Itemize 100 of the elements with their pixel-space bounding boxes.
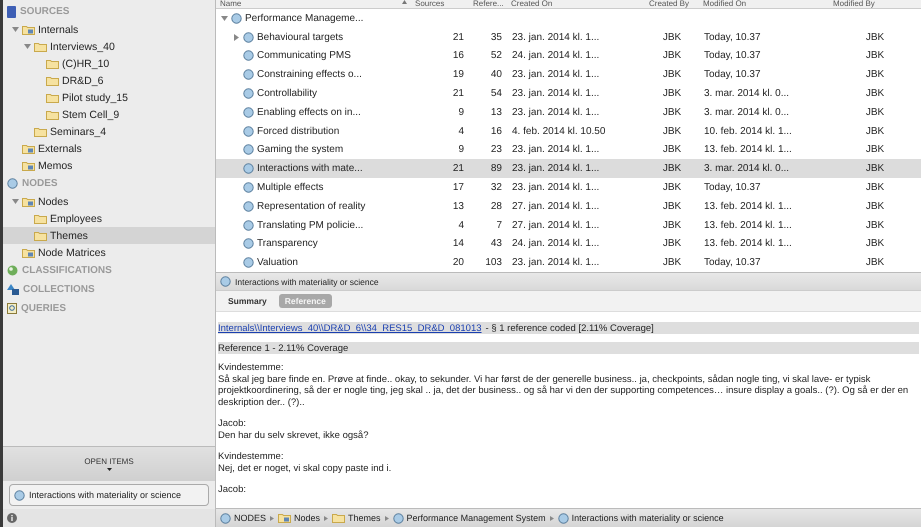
table-cell-text: 23. jan. 2014 kl. 1... <box>511 88 600 100</box>
table-cell-text: 13 <box>452 200 465 212</box>
table-cell-text: 54 <box>490 88 503 100</box>
table-cell-text: 4. feb. 2014 kl. 10.50 <box>511 126 606 137</box>
table-cell-text: 21 <box>452 32 465 43</box>
table-cell-text: 13. feb. 2014 kl. 1... <box>703 220 793 231</box>
separator-arrow-icon <box>270 516 274 520</box>
folder-icon <box>22 160 35 170</box>
table-cell-text: JBK <box>662 257 682 268</box>
breadcrumb-item[interactable]: NODES <box>220 512 266 524</box>
column-header[interactable]: Sources <box>411 0 469 8</box>
transcript-text: Nej, det er noget, vi skal copy paste ind i. <box>218 462 392 474</box>
table-cell-text: 17 <box>452 182 465 194</box>
circle-icon <box>220 512 231 524</box>
table-cell-text: JBK <box>864 69 886 80</box>
table-cell-text: 13 <box>490 106 503 118</box>
table-cell-text: 21 <box>452 163 465 174</box>
tree-item[interactable]: (C)HR_10 <box>3 55 215 72</box>
circle-icon <box>7 178 18 189</box>
table-cell-text: JBK <box>864 106 886 118</box>
name-cell: Multiple effects <box>216 182 411 194</box>
breadcrumb-item[interactable]: Themes <box>332 513 381 523</box>
tree-item[interactable]: Seminars_4 <box>3 123 215 140</box>
tree-item[interactable]: Pilot study_15 <box>3 89 215 106</box>
table-cell-text: JBK <box>864 126 886 137</box>
expanded-triangle-icon[interactable] <box>24 43 30 50</box>
table-cell-text: JBK <box>662 106 682 118</box>
table-cell-text: JBK <box>864 200 886 212</box>
table-cell-text: 4 <box>457 220 465 231</box>
table-cell-text: Today, 10.37 <box>703 182 762 194</box>
tree-item[interactable]: Node Matrices <box>3 244 215 261</box>
circle-icon <box>243 163 254 174</box>
column-header[interactable]: Created On <box>507 0 645 8</box>
breadcrumb-item[interactable]: Nodes <box>278 513 320 523</box>
table-cell-text: Today, 10.37 <box>703 32 762 43</box>
speaker-name: Kvindestemme: <box>218 451 284 463</box>
breadcrumb-item[interactable]: Performance Management System <box>392 512 546 524</box>
tree-item[interactable]: Memos <box>3 157 215 174</box>
table-cell-text: JBK <box>662 182 682 194</box>
table-cell-text: JBK <box>864 257 886 268</box>
open-item[interactable]: Interactions with materiality or science <box>9 484 209 506</box>
folder-icon <box>46 58 59 68</box>
table-cell-text: JBK <box>662 220 682 231</box>
tree-item[interactable]: Themes <box>3 227 215 244</box>
table-cell-text: Today, 10.37 <box>703 257 762 268</box>
table-cell-text: 23 <box>490 144 503 156</box>
folder-icon <box>46 110 59 120</box>
expanded-triangle-icon[interactable] <box>220 14 228 22</box>
table-cell-text: JBK <box>864 32 886 43</box>
info-icon[interactable] <box>7 513 17 523</box>
collapsed-triangle-icon[interactable] <box>232 34 240 41</box>
speaker-name: Jacob: <box>218 418 247 430</box>
tree-item[interactable]: Interviews_40 <box>3 38 215 55</box>
folder-icon <box>332 513 346 523</box>
tree-item[interactable]: Nodes <box>3 193 215 210</box>
name-cell: Behavioural targets <box>216 32 411 43</box>
table-cell-text: 9 <box>457 144 465 156</box>
expanded-triangle-icon[interactable] <box>12 198 18 205</box>
open-items-header[interactable]: OPEN ITEMS <box>3 446 215 481</box>
tree-item[interactable]: Stem Cell_9 <box>3 106 215 123</box>
table-cell-text: 4 <box>457 126 465 137</box>
breadcrumb-item[interactable]: Interactions with materiality or science <box>558 512 724 524</box>
tab[interactable]: Summary <box>222 294 273 308</box>
name-cell: Constraining effects o... <box>216 69 411 80</box>
book-icon <box>7 6 16 18</box>
tree-item[interactable]: DR&D_6 <box>3 72 215 89</box>
table-cell-text: 13. feb. 2014 kl. 1... <box>703 144 793 156</box>
column-header[interactable]: Refere... <box>469 0 507 8</box>
expanded-triangle-icon[interactable] <box>12 26 18 33</box>
name-cell: Communicating PMS <box>216 50 411 62</box>
circle-icon <box>243 144 254 156</box>
column-header[interactable]: Name <box>216 0 411 8</box>
table-cell-text: 43 <box>490 238 503 250</box>
table-cell-text: 23. jan. 2014 kl. 1... <box>511 106 600 118</box>
table-cell-text: 16 <box>490 126 503 137</box>
tree-item[interactable]: Internals <box>3 21 215 38</box>
table-cell-text: 16 <box>452 50 465 62</box>
detail-title-bar: Interactions with materiality or science <box>216 272 921 292</box>
folder-icon <box>22 144 35 154</box>
folder-icon <box>34 126 47 136</box>
table-cell-text: 23. jan. 2014 kl. 1... <box>511 144 600 156</box>
tree-item[interactable]: Externals <box>3 140 215 157</box>
table-cell-text: JBK <box>864 50 886 62</box>
separator-arrow-icon <box>324 516 328 520</box>
tree-item[interactable]: Employees <box>3 210 215 227</box>
table-cell-text: JBK <box>864 163 886 174</box>
table-cell-text: JBK <box>662 200 682 212</box>
column-header[interactable]: Created By <box>645 0 699 8</box>
globe-icon <box>7 265 18 276</box>
circle-icon <box>558 512 569 524</box>
column-header[interactable]: Modified On <box>699 0 829 8</box>
folder-icon <box>46 92 59 102</box>
table-cell-text: JBK <box>864 182 886 194</box>
name-cell: Performance Manageme... <box>216 12 411 24</box>
table-row[interactable]: Interactions with mate... 21 89 23. jan. 2014 kl. 1... JBK 3. mar. 2014 kl. 0... JBK <box>216 159 921 178</box>
table-cell-text: 23. jan. 2014 kl. 1... <box>511 257 600 268</box>
source-link[interactable]: Internals\\Interviews_40\\DR&D_6\\34_RES15_DR&D_081013 <box>218 322 482 334</box>
column-header[interactable]: Modified By <box>829 0 921 8</box>
table-cell-text: JBK <box>662 126 682 137</box>
table-cell-text: 9 <box>457 106 465 118</box>
